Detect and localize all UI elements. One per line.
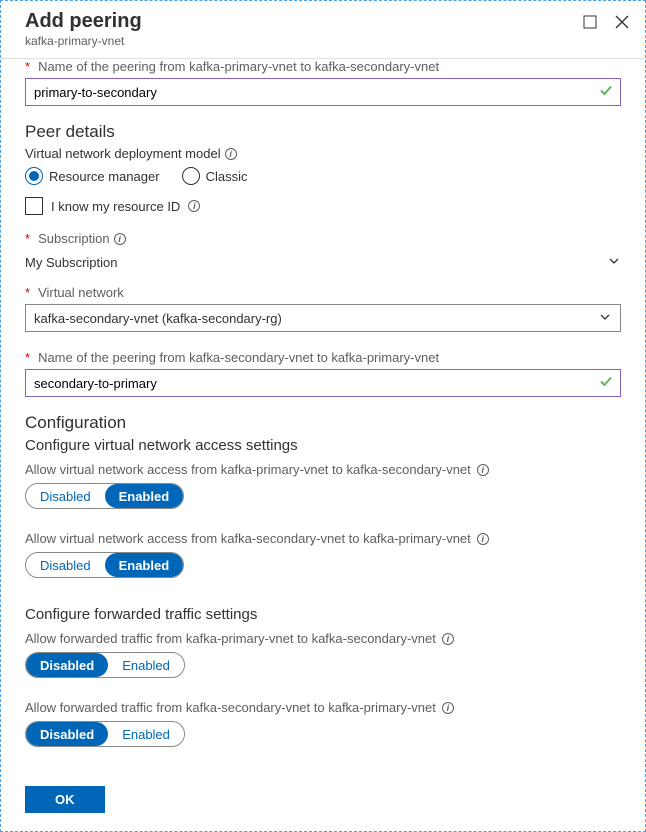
subscription-dropdown[interactable]: My Subscription: [25, 250, 621, 285]
maximize-icon: [583, 15, 597, 29]
forwarded-settings-heading: Configure forwarded traffic settings: [25, 606, 621, 623]
radio-classic[interactable]: Classic: [182, 167, 248, 185]
peering-name-2-label: * Name of the peering from kafka-seconda…: [25, 350, 621, 365]
subscription-label: * Subscription i: [25, 231, 621, 246]
checkmark-icon: [599, 84, 613, 101]
footer: OK: [1, 772, 645, 831]
maximize-button[interactable]: [581, 13, 599, 31]
header-text: Add peering kafka-primary-vnet: [25, 9, 142, 48]
access-toggle-1[interactable]: Disabled Enabled: [25, 483, 184, 509]
radio-classic-label: Classic: [206, 169, 248, 184]
deployment-model-label-text: Virtual network deployment model: [25, 146, 221, 161]
know-resource-id-checkbox[interactable]: I know my resource ID i: [25, 197, 621, 215]
toggle-enabled-option[interactable]: Enabled: [105, 484, 184, 508]
toggle-enabled-option[interactable]: Enabled: [108, 653, 184, 677]
peering-name-1-input[interactable]: [25, 78, 621, 106]
forwarded-toggle-1[interactable]: Disabled Enabled: [25, 652, 185, 678]
subscription-value: My Subscription: [25, 255, 117, 270]
add-peering-panel: Add peering kafka-primary-vnet * Name of…: [0, 0, 646, 832]
forwarded-desc-2-text: Allow forwarded traffic from kafka-secon…: [25, 700, 436, 715]
toggle-disabled-option[interactable]: Disabled: [26, 722, 108, 746]
required-star-icon: *: [25, 350, 30, 365]
peering-name-1-label: * Name of the peering from kafka-primary…: [25, 59, 621, 74]
header-controls: [581, 9, 631, 31]
forwarded-desc-1-text: Allow forwarded traffic from kafka-prima…: [25, 631, 436, 646]
chevron-down-icon: [607, 254, 621, 271]
info-icon[interactable]: i: [477, 464, 489, 476]
peering-name-1-label-text: Name of the peering from kafka-primary-v…: [38, 59, 439, 74]
info-icon[interactable]: i: [477, 533, 489, 545]
info-icon[interactable]: i: [442, 633, 454, 645]
forwarded-toggle-2[interactable]: Disabled Enabled: [25, 721, 185, 747]
access-desc-2: Allow virtual network access from kafka-…: [25, 531, 621, 546]
virtual-network-label-text: Virtual network: [38, 285, 124, 300]
close-icon: [615, 15, 629, 29]
panel-title: Add peering: [25, 9, 142, 33]
deployment-model-radio-group: Resource manager Classic: [25, 167, 621, 185]
toggle-enabled-option[interactable]: Enabled: [108, 722, 184, 746]
forwarded-desc-2: Allow forwarded traffic from kafka-secon…: [25, 700, 621, 715]
know-resource-id-label: I know my resource ID: [51, 199, 180, 214]
content: * Name of the peering from kafka-primary…: [1, 47, 645, 765]
access-desc-2-text: Allow virtual network access from kafka-…: [25, 531, 471, 546]
toggle-disabled-option[interactable]: Disabled: [26, 484, 105, 508]
ok-button[interactable]: OK: [25, 786, 105, 813]
chevron-down-icon: [598, 310, 612, 327]
peering-name-1-input-wrap: [25, 78, 621, 106]
configuration-heading: Configuration: [25, 413, 621, 433]
toggle-enabled-option[interactable]: Enabled: [105, 553, 184, 577]
peering-name-2-label-text: Name of the peering from kafka-secondary…: [38, 350, 439, 365]
required-star-icon: *: [25, 231, 30, 246]
radio-resource-manager-label: Resource manager: [49, 169, 160, 184]
access-desc-1: Allow virtual network access from kafka-…: [25, 462, 621, 477]
virtual-network-value: kafka-secondary-vnet (kafka-secondary-rg…: [34, 311, 282, 326]
radio-selected-icon: [25, 167, 43, 185]
content-scroll[interactable]: * Name of the peering from kafka-primary…: [1, 47, 645, 765]
radio-unselected-icon: [182, 167, 200, 185]
access-toggle-2[interactable]: Disabled Enabled: [25, 552, 184, 578]
radio-resource-manager[interactable]: Resource manager: [25, 167, 160, 185]
peering-name-2-input-wrap: [25, 369, 621, 397]
toggle-disabled-option[interactable]: Disabled: [26, 553, 105, 577]
virtual-network-label: * Virtual network: [25, 285, 621, 300]
toggle-disabled-option[interactable]: Disabled: [26, 653, 108, 677]
peer-details-heading: Peer details: [25, 122, 621, 142]
required-star-icon: *: [25, 59, 30, 74]
info-icon[interactable]: i: [225, 148, 237, 160]
close-button[interactable]: [613, 13, 631, 31]
info-icon[interactable]: i: [114, 233, 126, 245]
access-settings-heading: Configure virtual network access setting…: [25, 437, 621, 454]
subscription-label-text: Subscription: [38, 231, 110, 246]
info-icon[interactable]: i: [188, 200, 200, 212]
checkmark-icon: [599, 375, 613, 392]
forwarded-desc-1: Allow forwarded traffic from kafka-prima…: [25, 631, 621, 646]
virtual-network-select[interactable]: kafka-secondary-vnet (kafka-secondary-rg…: [25, 304, 621, 332]
checkbox-unchecked-icon: [25, 197, 43, 215]
info-icon[interactable]: i: [442, 702, 454, 714]
access-desc-1-text: Allow virtual network access from kafka-…: [25, 462, 471, 477]
panel-subtitle: kafka-primary-vnet: [25, 34, 142, 48]
deployment-model-label: Virtual network deployment model i: [25, 146, 621, 161]
peering-name-2-input[interactable]: [25, 369, 621, 397]
required-star-icon: *: [25, 285, 30, 300]
